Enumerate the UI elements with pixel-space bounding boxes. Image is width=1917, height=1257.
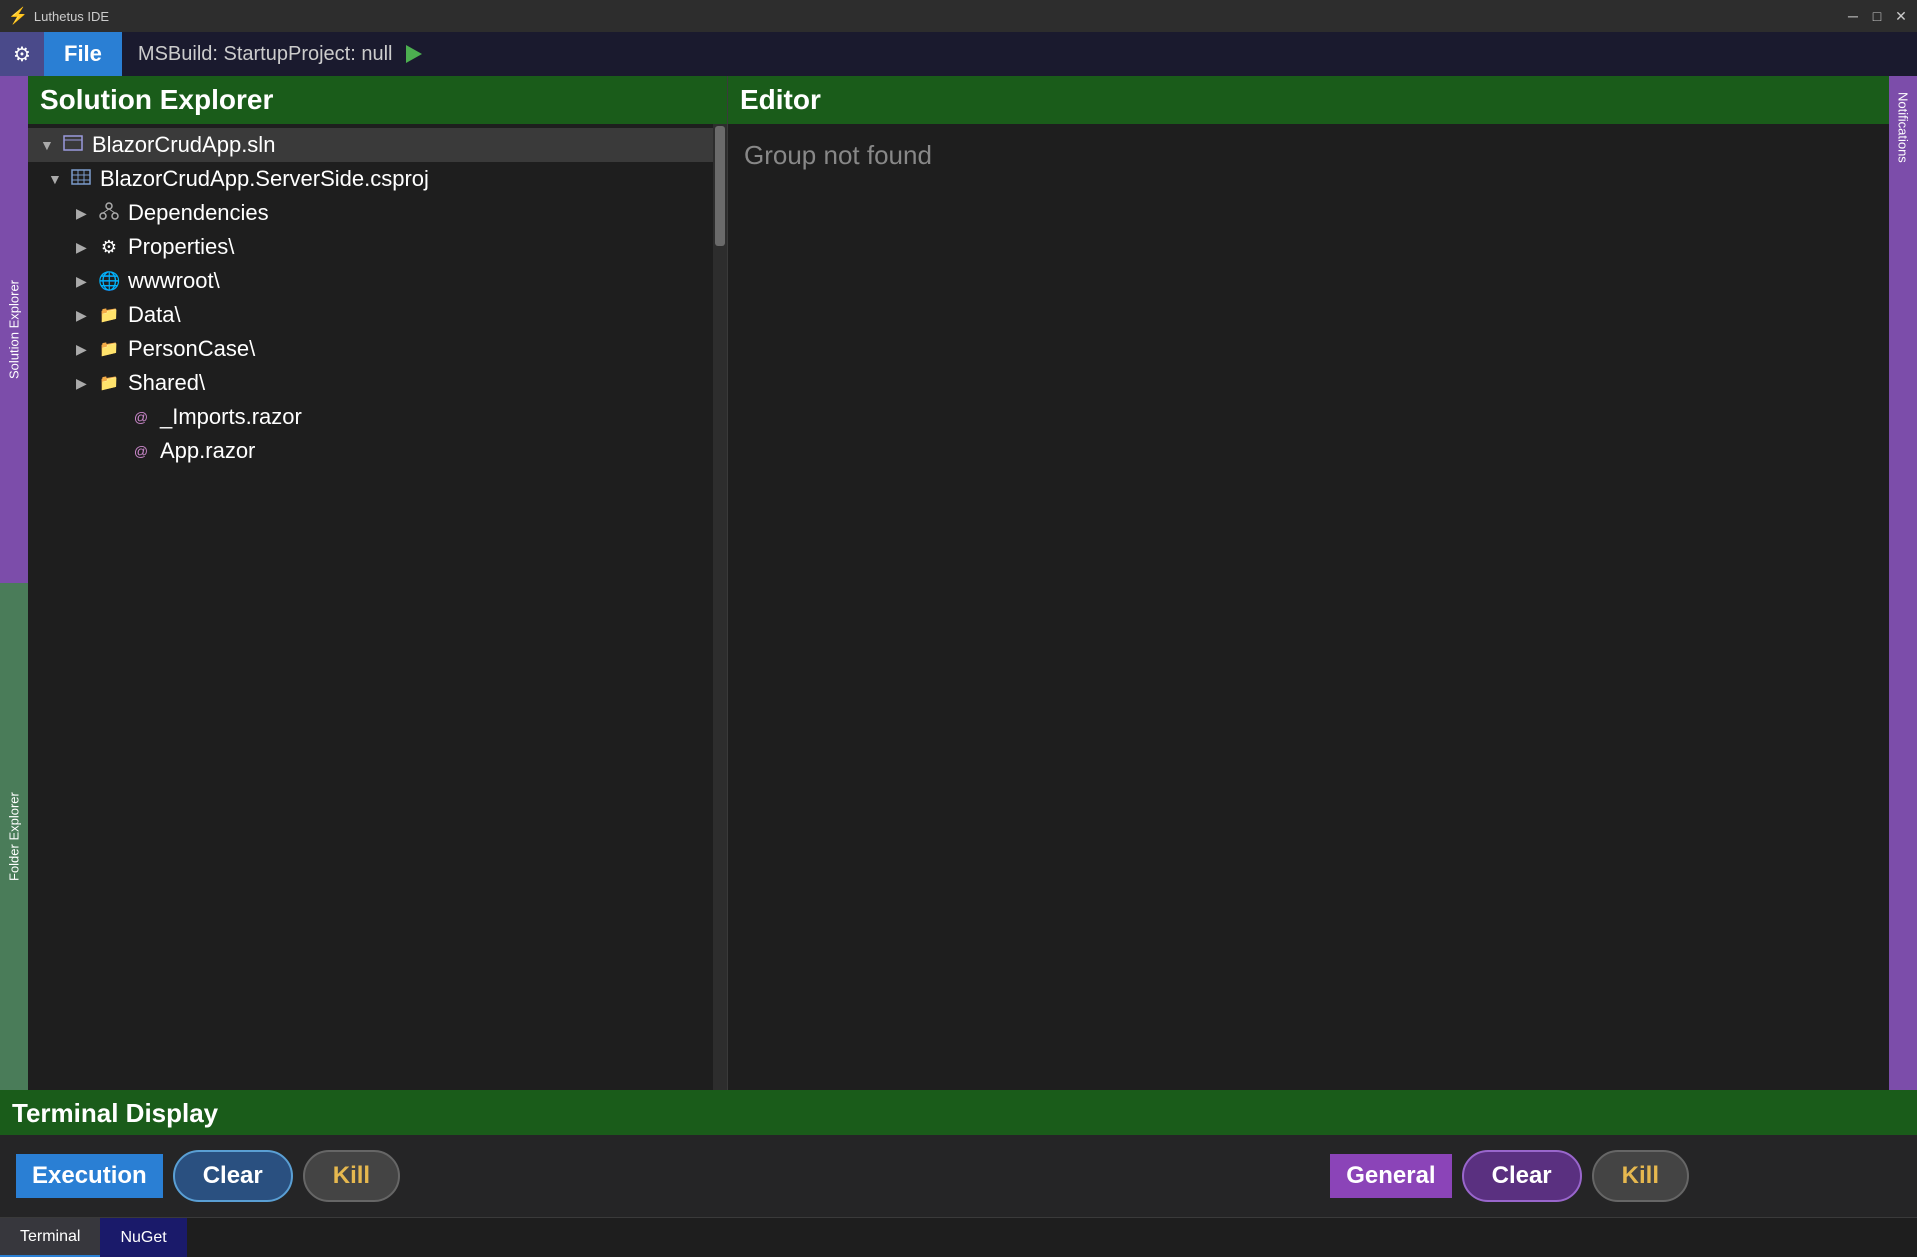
chevron-icon: ▶ (76, 239, 90, 256)
tree-item-imports[interactable]: ▶ @ _Imports.razor (28, 400, 727, 434)
tree-item-personcase[interactable]: ▶ 📁 PersonCase\ (28, 332, 727, 366)
csproj-label: BlazorCrudApp.ServerSide.csproj (100, 166, 429, 192)
gear-icon: ⚙ (13, 42, 31, 67)
editor-header: Editor (728, 76, 1889, 124)
run-button[interactable] (400, 42, 428, 66)
main-content: Solution Explorer Folder Explorer Soluti… (0, 76, 1917, 1090)
scrollbar[interactable] (713, 124, 727, 1090)
folder-icon: 📁 (98, 373, 120, 393)
editor-content: Group not found (728, 124, 1889, 1090)
chevron-icon: ▼ (40, 137, 54, 153)
clear-general-button[interactable]: Clear (1462, 1150, 1582, 1202)
tree-item-data[interactable]: ▶ 📁 Data\ (28, 298, 727, 332)
shared-label: Shared\ (128, 370, 205, 396)
kill-execution-button[interactable]: Kill (303, 1150, 400, 1202)
tree-item-sln[interactable]: ▼ BlazorCrudApp.sln (28, 128, 727, 162)
solution-explorer-content: ▼ BlazorCrudApp.sln ▼ (28, 124, 727, 1090)
razor-at-icon: @ (130, 443, 152, 459)
chevron-icon: ▼ (48, 171, 62, 187)
notifications-sidebar: Notifications (1889, 76, 1917, 1090)
folder-icon: 📁 (98, 339, 120, 359)
properties-label: Properties\ (128, 234, 234, 260)
editor-message: Group not found (744, 140, 932, 170)
chevron-icon: ▶ (76, 375, 90, 392)
app-logo-icon: ⚡ (8, 6, 28, 26)
tree-item-wwwroot[interactable]: ▶ 🌐 wwwroot\ (28, 264, 727, 298)
title-bar: ⚡ Luthetus IDE ─ □ ✕ (0, 0, 1917, 32)
project-label: MSBuild: StartupProject: null (122, 42, 445, 66)
run-icon (406, 45, 422, 63)
wwwroot-label: wwwroot\ (128, 268, 220, 294)
gear-folder-icon: ⚙ (98, 237, 120, 258)
notifications-tab[interactable]: Notifications (1892, 84, 1915, 171)
file-menu-button[interactable]: File (44, 32, 122, 76)
general-label: General (1330, 1154, 1451, 1198)
terminal-header: Terminal Display (0, 1092, 1917, 1135)
chevron-icon: ▶ (76, 273, 90, 290)
chevron-icon: ▶ (76, 205, 90, 222)
razor-at-icon: @ (130, 409, 152, 425)
title-bar-controls: ─ □ ✕ (1845, 8, 1909, 24)
general-section: General Clear Kill (1330, 1150, 1689, 1202)
title-bar-left: ⚡ Luthetus IDE (8, 6, 109, 26)
csproj-icon (70, 169, 92, 190)
personcase-label: PersonCase\ (128, 336, 255, 362)
folder-icon: 📁 (98, 305, 120, 325)
sln-label: BlazorCrudApp.sln (92, 132, 275, 158)
execution-section: Execution Clear Kill (16, 1150, 400, 1202)
scrollbar-thumb[interactable] (715, 126, 725, 246)
terminal-controls: Execution Clear Kill General Clear Kill (0, 1135, 1917, 1217)
sln-icon (62, 135, 84, 156)
solution-explorer-panel: Solution Explorer ▼ BlazorCrudApp.sln ▼ (28, 76, 728, 1090)
menu-bar: ⚙ File MSBuild: StartupProject: null (0, 32, 1917, 76)
execution-label: Execution (16, 1154, 163, 1198)
tree-item-dependencies[interactable]: ▶ Dependencies (28, 196, 727, 230)
sidebar-item-solution-explorer[interactable]: Solution Explorer (0, 76, 28, 583)
solution-explorer-header: Solution Explorer (28, 76, 727, 124)
maximize-button[interactable]: □ (1869, 8, 1885, 24)
clear-execution-button[interactable]: Clear (173, 1150, 293, 1202)
kill-general-button[interactable]: Kill (1592, 1150, 1689, 1202)
editor-panel: Editor Group not found (728, 76, 1889, 1090)
chevron-icon: ▶ (76, 307, 90, 324)
tab-nuget[interactable]: NuGet (100, 1218, 186, 1257)
gear-button[interactable]: ⚙ (0, 32, 44, 76)
dependencies-label: Dependencies (128, 200, 269, 226)
app-razor-label: App.razor (160, 438, 255, 464)
app-title: Luthetus IDE (34, 9, 109, 24)
terminal-tabs: Terminal NuGet (0, 1217, 1917, 1257)
data-label: Data\ (128, 302, 181, 328)
sidebar-tabs: Solution Explorer Folder Explorer (0, 76, 28, 1090)
minimize-button[interactable]: ─ (1845, 8, 1861, 24)
tree-item-app-razor[interactable]: ▶ @ App.razor (28, 434, 727, 468)
tree-item-properties[interactable]: ▶ ⚙ Properties\ (28, 230, 727, 264)
tree-item-shared[interactable]: ▶ 📁 Shared\ (28, 366, 727, 400)
imports-label: _Imports.razor (160, 404, 302, 430)
sidebar-item-folder-explorer[interactable]: Folder Explorer (0, 583, 28, 1090)
terminal-area: Terminal Display Execution Clear Kill Ge… (0, 1090, 1917, 1250)
tab-terminal[interactable]: Terminal (0, 1218, 100, 1257)
chevron-icon: ▶ (76, 341, 90, 358)
globe-icon: 🌐 (98, 271, 120, 292)
tree-item-csproj[interactable]: ▼ BlazorCrudApp.ServerSide.csproj (28, 162, 727, 196)
close-button[interactable]: ✕ (1893, 8, 1909, 24)
deps-icon (98, 202, 120, 225)
